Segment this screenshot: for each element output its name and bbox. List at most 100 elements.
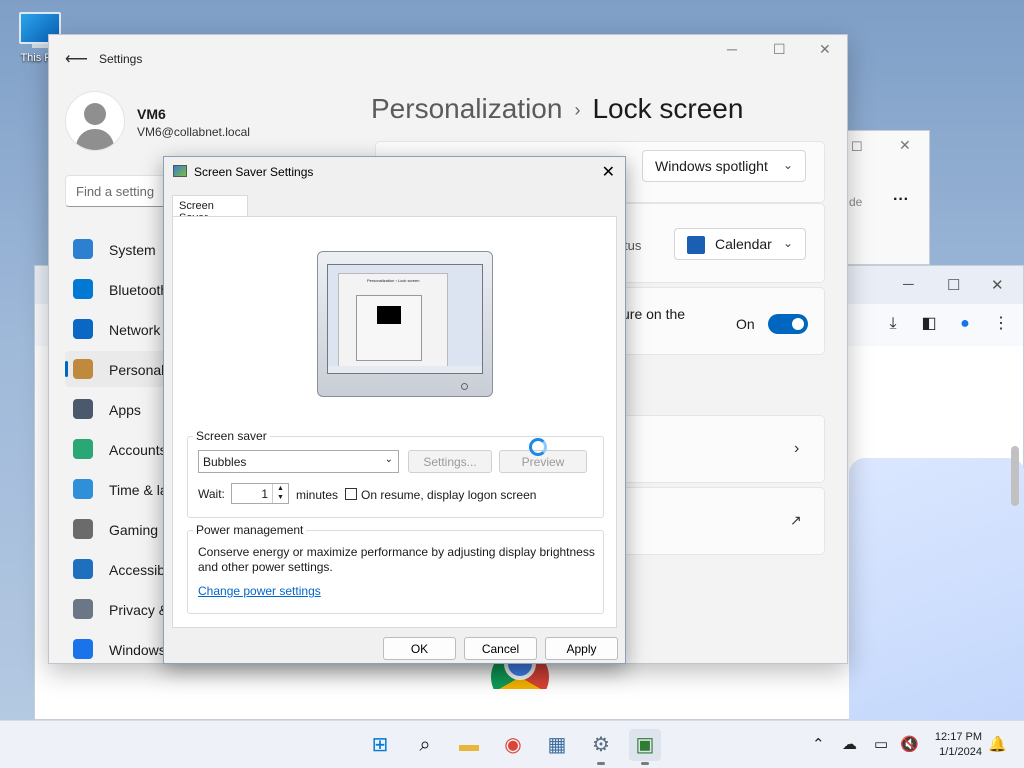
task-manager-icon[interactable]: ▦ xyxy=(541,729,573,761)
app-title: Settings xyxy=(99,52,143,66)
open-external-icon: ↗ xyxy=(790,512,802,528)
sidebar-item-label: System xyxy=(109,242,156,258)
chevron-down-icon: ⌄ xyxy=(782,236,793,250)
lock-screen-combo[interactable]: Windows spotlight ⌄ xyxy=(642,150,806,182)
close-icon[interactable]: ✕ xyxy=(602,162,615,182)
brush-icon xyxy=(73,359,93,379)
chevron-down-icon: ⌄ xyxy=(384,454,393,465)
maximize-icon[interactable]: ☐ xyxy=(773,41,786,58)
ok-button[interactable]: OK xyxy=(383,637,456,660)
sidebar-item-label: Accessibi xyxy=(109,562,169,578)
network-off-icon[interactable]: ☁ xyxy=(842,735,857,753)
minimize-icon[interactable]: ─ xyxy=(903,276,914,293)
volume-muted-icon[interactable]: 🔇 xyxy=(900,735,919,753)
taskbar: ⊞ ⌕ ▬ ◉ ▦ ⚙ ▣ ⌃ ☁ ▭ 🔇 12:17 PM 1/1/2024 … xyxy=(0,720,1024,768)
chevron-right-icon: › xyxy=(574,100,581,121)
back-arrow-icon[interactable]: ⟵ xyxy=(65,49,88,69)
chevron-right-icon: › xyxy=(794,440,800,457)
more-menu-icon[interactable]: ⋮ xyxy=(991,314,1011,334)
apps-icon xyxy=(73,399,93,419)
sidebar-item-label: Windows xyxy=(109,642,166,658)
sidebar-item-label: Apps xyxy=(109,402,141,418)
time-language-icon xyxy=(73,479,93,499)
preview-mini-crumb: Personalization › Lock screen xyxy=(367,278,420,283)
wait-label: Wait: xyxy=(198,487,225,501)
close-icon[interactable]: ✕ xyxy=(819,41,831,58)
sidebar-item-label: Personali xyxy=(109,362,168,378)
signin-toggle[interactable] xyxy=(768,314,808,334)
preview-screen: Personalization › Lock screen xyxy=(327,264,483,374)
avatar[interactable] xyxy=(65,91,125,151)
minutes-label: minutes xyxy=(296,488,339,502)
wait-minutes-stepper[interactable]: 1 ▲ ▼ xyxy=(231,483,289,504)
clock-date: 1/1/2024 xyxy=(939,746,982,758)
system-icon xyxy=(73,239,93,259)
status-label: tus xyxy=(624,238,642,253)
chrome-icon[interactable]: ◉ xyxy=(497,729,529,761)
file-explorer-icon[interactable]: ▬ xyxy=(453,729,485,761)
minimize-icon[interactable]: ─ xyxy=(727,41,737,57)
chevron-down-icon: ⌄ xyxy=(782,158,793,172)
side-panel-icon[interactable]: ◧ xyxy=(919,314,939,334)
dialog-title: Screen Saver Settings xyxy=(194,165,314,179)
busy-cursor-icon xyxy=(529,438,547,456)
breadcrumb-parent[interactable]: Personalization xyxy=(371,93,562,124)
window-text: de xyxy=(849,195,863,209)
screen-saver-dialog: Screen Saver Settings ✕ Screen Saver Per… xyxy=(163,156,626,664)
close-icon[interactable]: ✕ xyxy=(991,276,1004,294)
windows-start-icon[interactable]: ⊞ xyxy=(364,729,396,761)
hero-card xyxy=(849,458,1024,746)
gaming-icon xyxy=(73,519,93,539)
power-management-label: Power management xyxy=(193,523,307,537)
user-email: VM6@collabnet.local xyxy=(137,125,250,139)
shield-icon xyxy=(73,599,93,619)
maximize-icon[interactable]: ☐ xyxy=(851,139,863,155)
close-icon[interactable]: ✕ xyxy=(899,137,911,154)
maximize-icon[interactable]: ☐ xyxy=(947,276,960,294)
settings-titlebar: ⟵ Settings ─ ☐ ✕ xyxy=(49,35,847,81)
spin-arrows-icon[interactable]: ▲ ▼ xyxy=(272,484,288,503)
status-combo[interactable]: Calendar ⌄ xyxy=(674,228,806,260)
resume-logon-label: On resume, display logon screen xyxy=(361,488,537,502)
resume-logon-checkbox[interactable] xyxy=(345,488,357,500)
network-icon xyxy=(73,319,93,339)
apply-button[interactable]: Apply xyxy=(545,637,618,660)
toggle-label: On xyxy=(736,316,755,332)
chevron-up-icon[interactable]: ⌃ xyxy=(812,735,825,753)
more-icon[interactable]: ··· xyxy=(893,191,909,209)
clock[interactable]: 12:17 PM 1/1/2024 xyxy=(935,730,982,760)
display-icon[interactable]: ▭ xyxy=(874,735,888,753)
update-icon xyxy=(73,639,93,659)
screen-saver-icon xyxy=(173,165,187,177)
sidebar-item-label: Gaming xyxy=(109,522,159,538)
signin-text: ure on the xyxy=(622,306,686,322)
sidebar-item-label: Bluetooth xyxy=(109,282,169,298)
change-power-settings-link[interactable]: Change power settings xyxy=(198,584,321,598)
user-name: VM6 xyxy=(137,106,166,122)
screen-saver-group-label: Screen saver xyxy=(193,429,270,443)
breadcrumb: Personalization › Lock screen xyxy=(371,93,743,125)
screen-saver-select[interactable]: Bubbles ⌄ xyxy=(198,450,399,473)
notification-bell-icon[interactable]: 🔔 xyxy=(988,735,1007,753)
scrollbar[interactable] xyxy=(1011,446,1019,506)
power-description: Conserve energy or maximize performance … xyxy=(198,545,595,574)
page-title: Lock screen xyxy=(592,93,744,124)
tab-panel: Personalization › Lock screen Screen sav… xyxy=(172,216,617,628)
cancel-button[interactable]: Cancel xyxy=(464,637,537,660)
accessibility-icon xyxy=(73,559,93,579)
sidebar-item-label: Accounts xyxy=(109,442,167,458)
settings-button[interactable]: Settings... xyxy=(408,450,492,473)
settings-icon[interactable]: ⚙ xyxy=(585,729,617,765)
bluetooth-icon xyxy=(73,279,93,299)
profile-icon[interactable]: ● xyxy=(955,314,975,334)
tab-screen-saver[interactable]: Screen Saver xyxy=(172,195,248,224)
sidebar-item-label: Privacy & xyxy=(109,602,169,618)
search-icon[interactable]: ⌕ xyxy=(409,729,441,761)
calendar-icon xyxy=(687,236,705,254)
preview-monitor: Personalization › Lock screen xyxy=(317,251,493,397)
screen-saver-icon[interactable]: ▣ xyxy=(629,729,661,765)
sidebar-item-label: Time & la xyxy=(109,482,168,498)
download-icon[interactable]: ⤓ xyxy=(883,314,903,334)
sidebar-item-label: Network xyxy=(109,322,161,338)
accounts-icon xyxy=(73,439,93,459)
